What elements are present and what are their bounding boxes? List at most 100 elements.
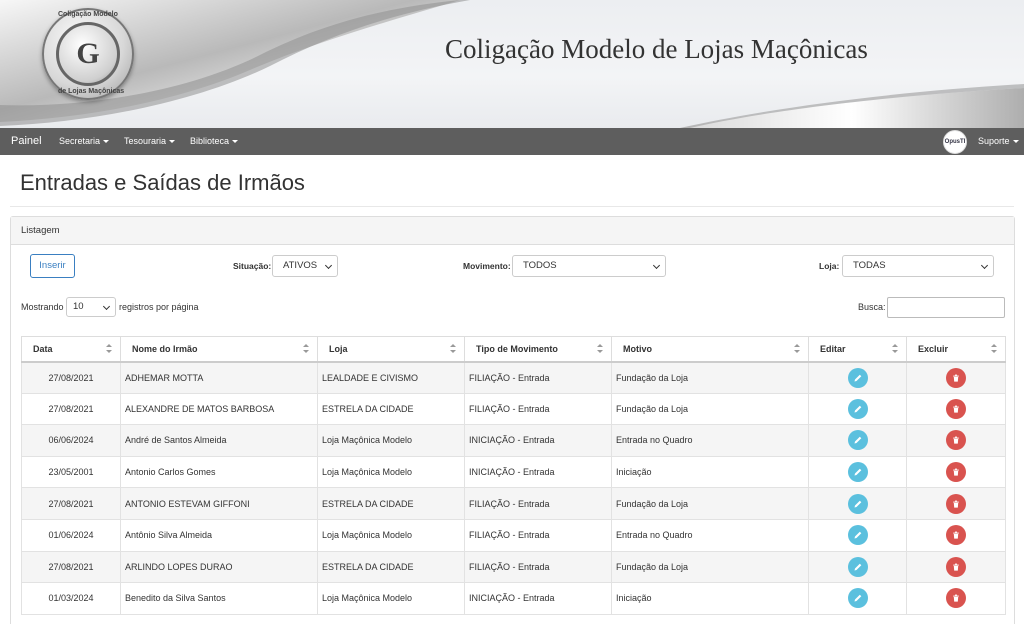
cell-motivo: Fundação da Loja	[611, 550, 809, 584]
movimento-select-value: TODOS	[523, 260, 557, 271]
seal-text-top: Coligação Modelo	[58, 11, 118, 18]
nav-menu-label: Secretaria	[59, 136, 101, 146]
cell-motivo: Fundação da Loja	[611, 361, 809, 394]
column-header-loja[interactable]: Loja	[317, 336, 465, 363]
seal-text-bottom: de Lojas Maçônicas	[58, 88, 125, 95]
column-header-label: Nome do Irmão	[132, 343, 198, 354]
column-header-tipo[interactable]: Tipo de Movimento	[464, 336, 612, 363]
cell-tipo: INICIAÇÃO - Entrada	[464, 582, 612, 615]
edit-button[interactable]	[847, 367, 868, 388]
table-row: 06/06/2024 André de Santos Almeida Loja Ma…	[21, 424, 1006, 457]
showing-label: Mostrando	[21, 302, 64, 312]
delete-button[interactable]	[946, 556, 966, 577]
sort-icon	[450, 344, 456, 354]
column-header-label: Motivo	[623, 343, 652, 354]
nav-menu-secretaria[interactable]: Secretaria	[59, 136, 110, 146]
cell-nome: Antônio Silva Almeida	[120, 518, 318, 552]
delete-button[interactable]	[946, 398, 966, 419]
page-title: Entradas e Saídas de Irmãos	[20, 170, 305, 195]
edit-button[interactable]	[847, 556, 868, 577]
page-length-select[interactable]: 10	[66, 297, 116, 317]
cell-tipo: FILIAÇÃO - Entrada	[464, 487, 612, 520]
delete-button[interactable]	[946, 525, 966, 546]
cell-excluir	[906, 550, 1006, 584]
seal-letter: G	[76, 37, 100, 70]
seal-ring: G	[56, 22, 120, 86]
cell-loja: Loja Maçônica Modelo	[317, 518, 465, 552]
cell-excluir	[906, 392, 1006, 426]
column-header-label: Excluir	[918, 343, 949, 354]
cell-excluir	[906, 455, 1006, 489]
search-label: Busca:	[858, 302, 886, 312]
cell-loja: LEALDADE E CIVISMO	[317, 361, 465, 394]
delete-button[interactable]	[946, 430, 966, 451]
page-length-value: 10	[73, 301, 84, 312]
edit-button[interactable]	[847, 462, 868, 483]
cell-nome: Benedito da Silva Santos	[120, 582, 318, 615]
cell-tipo: FILIAÇÃO - Entrada	[464, 518, 612, 552]
cell-motivo: Fundação da Loja	[611, 392, 809, 426]
cell-tipo: FILIAÇÃO - Entrada	[464, 361, 612, 394]
loja-select-value: TODAS	[853, 260, 886, 271]
chevron-down-icon	[980, 261, 989, 270]
site-title: Coligação Modelo de Lojas Maçônicas	[445, 34, 868, 64]
cell-data: 27/08/2021	[21, 550, 121, 584]
cell-excluir	[906, 582, 1006, 615]
delete-button[interactable]	[946, 493, 966, 514]
table-row: 23/05/2001 Antonio Carlos Gomes Loja Maçôn…	[21, 455, 1006, 489]
cell-nome: Antonio Carlos Gomes	[120, 455, 318, 489]
cell-editar	[808, 582, 907, 615]
column-header-excluir[interactable]: Excluir	[906, 336, 1006, 363]
seal-logo: Coligação Modelo G de Lojas Maçônicas	[42, 8, 134, 100]
cell-data: 23/05/2001	[21, 455, 121, 489]
opus-ti-logo[interactable]: OpusTI	[943, 130, 967, 154]
nav-menu-label: Biblioteca	[190, 136, 230, 146]
movimento-select[interactable]: TODOS	[512, 255, 666, 277]
column-header-data[interactable]: Data	[21, 336, 121, 363]
edit-button[interactable]	[847, 525, 868, 546]
caret-down-icon	[232, 140, 239, 144]
column-header-motivo[interactable]: Motivo	[611, 336, 809, 363]
cell-motivo: Entrada no Quadro	[611, 518, 809, 552]
cell-loja: ESTRELA DA CIDADE	[317, 487, 465, 520]
cell-motivo: Fundação da Loja	[611, 487, 809, 520]
cell-motivo: Iniciação	[611, 455, 809, 489]
edit-button[interactable]	[847, 493, 868, 514]
loja-select[interactable]: TODAS	[842, 255, 994, 277]
cell-excluir	[906, 518, 1006, 552]
cell-loja: Loja Maçônica Modelo	[317, 582, 465, 615]
column-header-label: Tipo de Movimento	[476, 343, 558, 354]
edit-button[interactable]	[847, 398, 868, 419]
situacao-select[interactable]: ATIVOS	[272, 255, 338, 277]
insert-button[interactable]: Inserir	[30, 254, 75, 278]
sort-icon	[794, 344, 800, 354]
search-input[interactable]	[887, 297, 1005, 318]
nav-menu-suporte[interactable]: Suporte	[978, 136, 1019, 146]
nav-brand-painel[interactable]: Painel	[11, 135, 42, 147]
delete-button[interactable]	[946, 462, 966, 483]
cell-nome: ARLINDO LOPES DURAO	[120, 550, 318, 584]
cell-editar	[808, 424, 907, 457]
cell-nome: André de Santos Almeida	[120, 424, 318, 457]
edit-button[interactable]	[847, 588, 868, 609]
nav-menu-biblioteca[interactable]: Biblioteca	[190, 136, 239, 146]
cell-tipo: FILIAÇÃO - Entrada	[464, 550, 612, 584]
nav-menu-tesouraria[interactable]: Tesouraria	[124, 136, 176, 146]
cell-data: 27/08/2021	[21, 392, 121, 426]
cell-editar	[808, 455, 907, 489]
cell-data: 01/03/2024	[21, 582, 121, 615]
loja-label: Loja:	[819, 261, 840, 271]
cell-nome: ALEXANDRE DE MATOS BARBOSA	[120, 392, 318, 426]
delete-button[interactable]	[946, 588, 966, 609]
table-row: 01/03/2024 Benedito da Silva Santos Loja M…	[21, 582, 1006, 615]
cell-data: 01/06/2024	[21, 518, 121, 552]
nav-menu-label: Tesouraria	[124, 136, 167, 146]
title-divider	[10, 206, 1014, 207]
column-header-editar[interactable]: Editar	[808, 336, 907, 363]
sort-icon	[597, 344, 603, 354]
delete-button[interactable]	[946, 367, 966, 388]
column-header-nome[interactable]: Nome do Irmão	[120, 336, 318, 363]
edit-button[interactable]	[847, 430, 868, 451]
nav-menu-label: Suporte	[978, 136, 1010, 146]
movimento-label: Movimento:	[463, 261, 511, 271]
